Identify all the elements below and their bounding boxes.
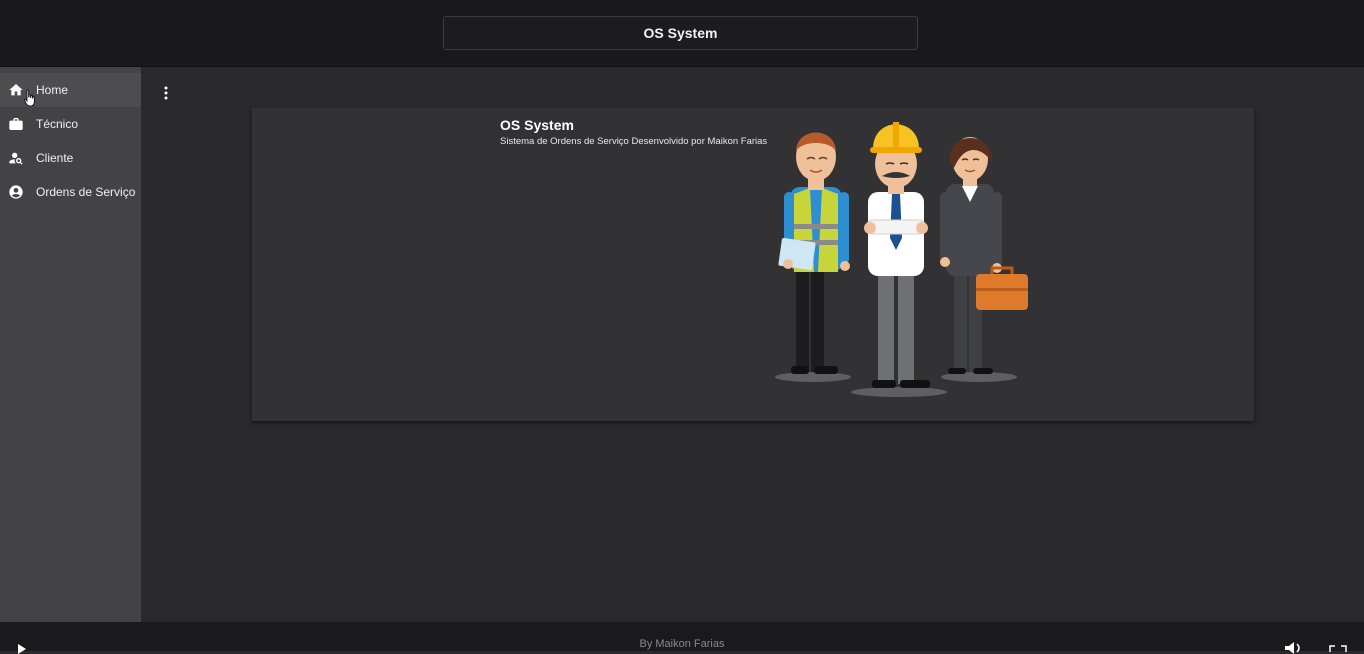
sidebar-item-ordens-de-servico[interactable]: Ordens de Serviço [0,175,141,209]
sidebar-item-tecnico[interactable]: Técnico [0,107,141,141]
workers-illustration [775,122,1028,397]
welcome-card [252,108,1254,421]
top-app-bar: OS System [0,0,1364,67]
footer-credit: By Maikon Farias [639,638,725,650]
sidebar-item-label: Home [36,83,69,97]
briefcase-icon [9,118,23,130]
more-vert-icon[interactable] [160,84,172,102]
sidebar-item-label: Cliente [36,151,74,165]
card-title: OS System [500,117,574,133]
volume-icon[interactable] [1284,642,1304,654]
sidebar-item-home[interactable]: Home [0,73,141,107]
sidebar-item-label: Ordens de Serviço [36,185,136,199]
app-title: OS System [443,16,918,50]
fullscreen-icon[interactable] [1328,644,1348,654]
sidebar-item-cliente[interactable]: Cliente [0,141,141,175]
person-search-icon [9,152,23,165]
home-icon [9,84,23,96]
card-subtitle: Sistema de Ordens de Serviço Desenvolvid… [500,136,768,147]
sidebar-item-label: Técnico [36,117,79,131]
play-icon[interactable] [17,644,27,654]
hand-cursor-icon [24,89,35,107]
account-circle-icon [9,185,23,199]
